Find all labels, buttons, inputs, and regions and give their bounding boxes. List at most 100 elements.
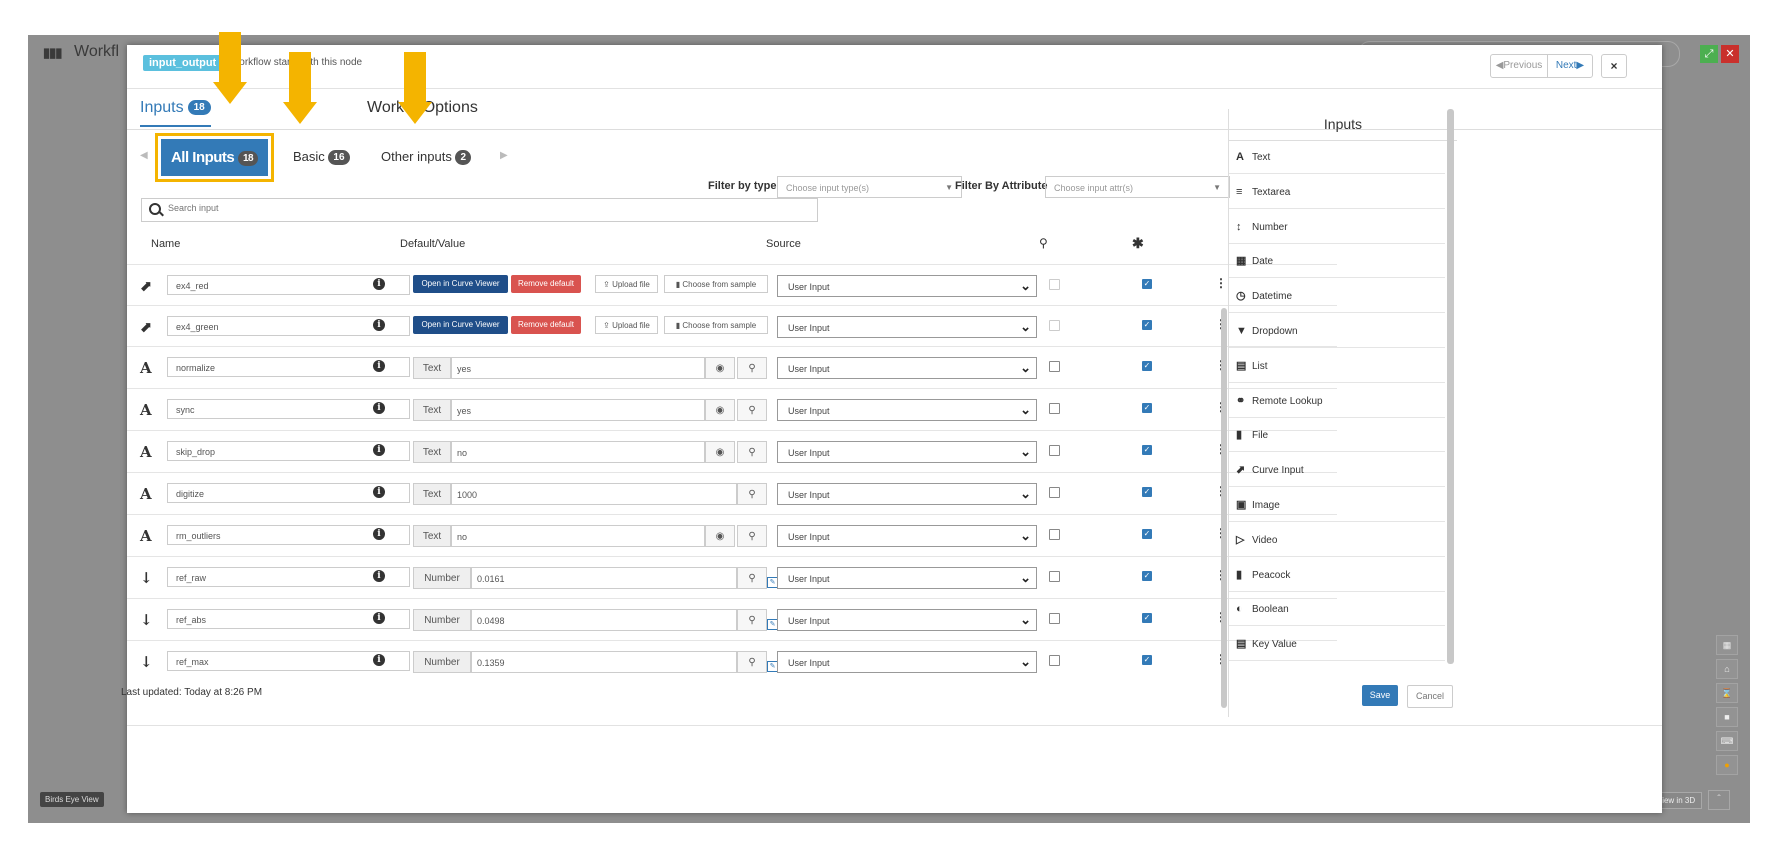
default-value-input[interactable]: 1000: [451, 483, 737, 505]
key-checkbox[interactable]: [1049, 445, 1060, 456]
eye-icon[interactable]: ◉: [705, 399, 735, 421]
source-select[interactable]: User Input ⌄: [777, 651, 1037, 673]
info-icon[interactable]: i: [373, 612, 385, 624]
required-checkbox[interactable]: ✓: [1142, 279, 1152, 289]
birds-eye-view-button[interactable]: Birds Eye View: [40, 792, 104, 807]
table-scrollbar[interactable]: [1221, 308, 1227, 708]
source-select[interactable]: User Input ⌄: [777, 567, 1037, 589]
upload-file-button[interactable]: ⇪ Upload file: [595, 275, 658, 293]
search-box[interactable]: [141, 198, 818, 222]
grid-icon[interactable]: ▦: [1716, 635, 1738, 655]
panel-item[interactable]: ▼ Dropdown: [1229, 314, 1445, 348]
info-icon[interactable]: i: [373, 654, 385, 666]
source-select[interactable]: User Input ⌄: [777, 275, 1037, 297]
info-icon[interactable]: i: [373, 402, 385, 414]
key-checkbox[interactable]: [1049, 487, 1060, 498]
save-button[interactable]: Save: [1362, 685, 1398, 706]
required-checkbox[interactable]: ✓: [1142, 403, 1152, 413]
expand-icon[interactable]: ⤢: [1700, 45, 1718, 63]
panel-item[interactable]: ▣ Image: [1229, 488, 1445, 522]
square-icon[interactable]: ■: [1716, 707, 1738, 727]
key-checkbox[interactable]: [1049, 571, 1060, 582]
required-checkbox[interactable]: ✓: [1142, 571, 1152, 581]
paperclip-icon[interactable]: ⚲: [737, 399, 767, 421]
panel-item[interactable]: ⚭ Remote Lookup: [1229, 384, 1445, 418]
default-value-input[interactable]: yes: [451, 399, 705, 421]
panel-item[interactable]: ≡ Textarea: [1229, 175, 1445, 209]
next-button[interactable]: Next▶: [1547, 54, 1593, 78]
info-icon[interactable]: i: [373, 278, 385, 290]
info-icon[interactable]: i: [373, 319, 385, 331]
previous-button[interactable]: ◀Previous: [1490, 54, 1548, 78]
source-select[interactable]: User Input ⌄: [777, 525, 1037, 547]
key-checkbox[interactable]: [1049, 361, 1060, 372]
source-select[interactable]: User Input ⌄: [777, 316, 1037, 338]
info-icon[interactable]: i: [373, 360, 385, 372]
chevron-up-icon[interactable]: ˆ: [1708, 790, 1730, 810]
panel-item[interactable]: ◷ Datetime: [1229, 279, 1445, 314]
required-checkbox[interactable]: ✓: [1142, 320, 1152, 330]
panel-item[interactable]: ▮ File: [1229, 418, 1445, 453]
subtab-basic[interactable]: Basic 16: [293, 149, 350, 166]
required-checkbox[interactable]: ✓: [1142, 445, 1152, 455]
panel-item[interactable]: ↕ Number: [1229, 210, 1445, 244]
subtab-all-inputs[interactable]: All Inputs 18: [155, 133, 274, 182]
open-curve-viewer-button[interactable]: Open in Curve Viewer: [413, 275, 508, 293]
chat-icon[interactable]: ●: [1716, 755, 1738, 775]
panel-item[interactable]: A Text: [1229, 140, 1445, 174]
apps-grid-icon[interactable]: ▮▮▮: [43, 45, 62, 61]
required-checkbox[interactable]: ✓: [1142, 529, 1152, 539]
hourglass-icon[interactable]: ⌛: [1716, 683, 1738, 703]
info-icon[interactable]: i: [373, 486, 385, 498]
panel-item[interactable]: ▤ Key Value: [1229, 627, 1445, 662]
info-icon[interactable]: i: [373, 444, 385, 456]
paperclip-icon[interactable]: ⚲: [737, 357, 767, 379]
remove-default-button[interactable]: Remove default: [511, 316, 581, 334]
panel-item[interactable]: ◐ Boolean: [1229, 592, 1445, 627]
source-select[interactable]: User Input ⌄: [777, 609, 1037, 631]
cancel-button[interactable]: Cancel: [1407, 685, 1453, 708]
info-icon[interactable]: i: [373, 528, 385, 540]
key-checkbox[interactable]: [1049, 403, 1060, 414]
source-select[interactable]: User Input ⌄: [777, 399, 1037, 421]
required-checkbox[interactable]: ✓: [1142, 487, 1152, 497]
default-value-input[interactable]: 0.0161: [471, 567, 737, 589]
choose-sample-button[interactable]: ▮ Choose from sample: [664, 275, 768, 293]
eye-icon[interactable]: ◉: [705, 357, 735, 379]
panel-item[interactable]: ⬈ Curve Input: [1229, 453, 1445, 488]
required-checkbox[interactable]: ✓: [1142, 361, 1152, 371]
key-checkbox[interactable]: [1049, 613, 1060, 624]
paperclip-icon[interactable]: ⚲: [737, 525, 767, 547]
more-options-icon[interactable]: ⋮: [1215, 276, 1227, 290]
info-icon[interactable]: i: [373, 570, 385, 582]
default-value-input[interactable]: no: [451, 441, 705, 463]
choose-sample-button[interactable]: ▮ Choose from sample: [664, 316, 768, 334]
source-select[interactable]: User Input ⌄: [777, 441, 1037, 463]
close-workspace-icon[interactable]: ✕: [1721, 45, 1739, 63]
panel-item[interactable]: ▷ Video: [1229, 523, 1445, 557]
paperclip-icon[interactable]: ⚲: [737, 441, 767, 463]
paperclip-icon[interactable]: ⚲: [737, 483, 767, 505]
default-value-input[interactable]: no: [451, 525, 705, 547]
panel-scrollbar[interactable]: [1447, 109, 1454, 664]
eye-icon[interactable]: ◉: [705, 525, 735, 547]
close-button[interactable]: ×: [1601, 54, 1627, 78]
required-checkbox[interactable]: ✓: [1142, 613, 1152, 623]
filter-type-select[interactable]: Choose input type(s) ▼: [777, 176, 962, 198]
default-value-input[interactable]: yes: [451, 357, 705, 379]
key-checkbox[interactable]: [1049, 529, 1060, 540]
key-checkbox[interactable]: [1049, 655, 1060, 666]
upload-file-button[interactable]: ⇪ Upload file: [595, 316, 658, 334]
keyboard-icon[interactable]: ⌨: [1716, 731, 1738, 751]
source-select[interactable]: User Input ⌄: [777, 357, 1037, 379]
open-curve-viewer-button[interactable]: Open in Curve Viewer: [413, 316, 508, 334]
default-value-input[interactable]: 0.1359: [471, 651, 737, 673]
panel-item[interactable]: ▮ Peacock: [1229, 558, 1445, 592]
panel-item[interactable]: ▦ Date: [1229, 244, 1445, 279]
remove-default-button[interactable]: Remove default: [511, 275, 581, 293]
paperclip-icon[interactable]: ⚲: [737, 567, 767, 589]
paperclip-icon[interactable]: ⚲: [737, 609, 767, 631]
search-input[interactable]: [166, 202, 770, 214]
filter-attr-select[interactable]: Choose input attr(s) ▼: [1045, 176, 1230, 198]
panel-item[interactable]: ▤ List: [1229, 349, 1445, 383]
